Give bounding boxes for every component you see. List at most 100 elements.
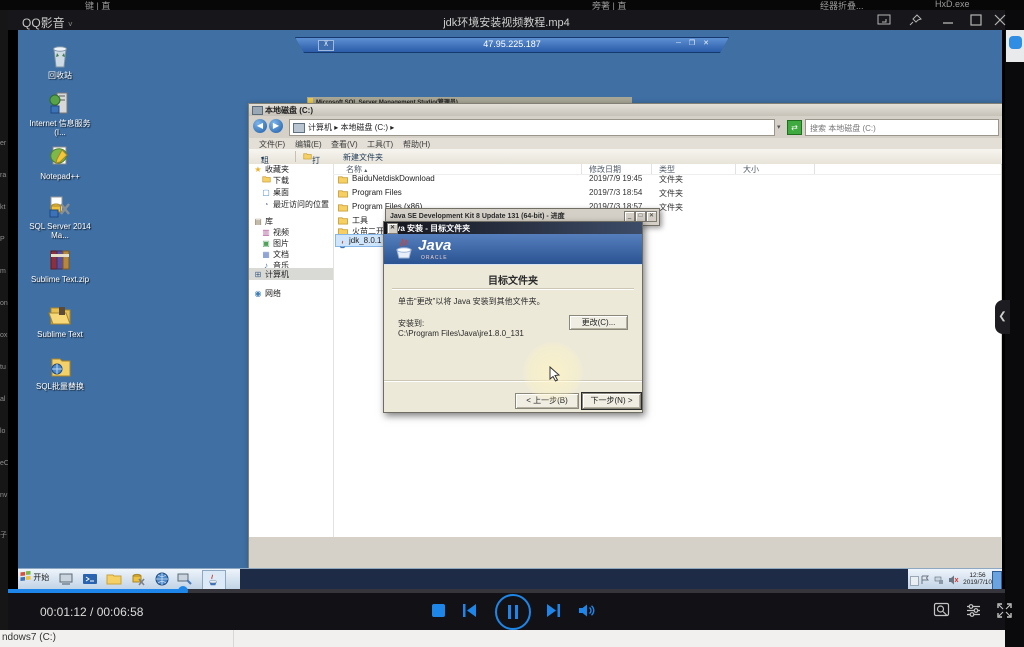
desktop-icon-sqlserver[interactable]: SQL Server 2014 Ma... — [28, 194, 92, 240]
folder-icon — [337, 216, 349, 225]
explorer-menubar: 文件(F) 编辑(E) 查看(V) 工具(T) 帮助(H) — [249, 138, 1002, 149]
close-button[interactable] — [992, 13, 1008, 27]
divider — [581, 164, 582, 174]
host-tab: 经器折叠... — [820, 0, 864, 10]
explorer-navbar: ◀ ▶ 计算机 ▸ 本地磁盘 (C:) ▸ ▾ ⇄ 搜索 本地磁盘 (C:) — [249, 116, 1002, 138]
network-icon[interactable] — [934, 575, 944, 587]
recycle-bin-icon — [45, 43, 75, 69]
divider — [295, 151, 296, 162]
divider — [233, 630, 234, 647]
explorer-folder-icon[interactable] — [106, 571, 122, 587]
next-button[interactable] — [546, 603, 561, 623]
winrar-archive-icon — [45, 247, 75, 273]
screen: 键 | 直 旁著 | 直 经器折叠... HxD.exe er ra kt P … — [0, 0, 1024, 647]
desktop-icon-recycle-bin[interactable]: 回收站 — [28, 43, 92, 80]
file-row[interactable]: BaiduNetdiskDownload 2019/7/9 19:45 文件夹 — [249, 174, 1001, 188]
java-installer-icon — [338, 236, 347, 254]
sidebar-item-network[interactable]: ◉网络 — [253, 288, 281, 299]
volume-muted-icon[interactable] — [948, 575, 959, 587]
maximize-button[interactable] — [968, 13, 984, 27]
taskbar-clock[interactable]: 12:56 2019/7/10 — [963, 572, 992, 586]
breadcrumb: 计算机 ▸ 本地磁盘 (C:) ▸ — [308, 122, 394, 133]
video-frame[interactable]: ⊼ 47.95.225.187 ─ ❐ ✕ 回收站 Internet 信息服务 … — [18, 30, 1002, 589]
mouse-cursor — [549, 366, 561, 387]
search-input[interactable]: 搜索 本地磁盘 (C:) — [805, 119, 999, 136]
flag-icon[interactable] — [921, 575, 930, 587]
player-titlebar: QQ影音 ˅ jdk环境安装视频教程.mp4 — [8, 10, 1005, 30]
sidebar-item-documents[interactable]: ▦文档 — [261, 249, 289, 260]
settings-sliders-button[interactable] — [965, 602, 982, 624]
host-left-sliver: er ra kt P m on ox tu al lo eC nv 子 — [0, 10, 8, 630]
desktop-icon-sublime-zip[interactable]: Sublime Text.zip — [28, 247, 92, 284]
open-button[interactable]: 打开 — [303, 152, 312, 161]
drive-icon — [252, 106, 263, 115]
forward-button[interactable]: ▶ — [269, 119, 283, 133]
install-path: C:\Program Files\Java\jre1.8.0_131 — [398, 329, 524, 338]
minimize-button[interactable] — [940, 13, 956, 27]
folder-icon — [337, 189, 349, 198]
documents-icon: ▦ — [261, 250, 271, 259]
divider — [651, 164, 652, 174]
open-folder-icon — [45, 302, 75, 328]
back-button[interactable]: ◀ — [253, 119, 267, 133]
host-explorer-label: ndows7 (C:) — [2, 632, 56, 643]
computer-icon: ⊞ — [253, 270, 263, 279]
address-bar[interactable]: 计算机 ▸ 本地磁盘 (C:) ▸ — [289, 119, 775, 136]
dialog-heading: 目标文件夹 — [384, 272, 642, 287]
dialog-body-text: 单击“更改”以将 Java 安装到其他文件夹。 — [398, 296, 545, 307]
powershell-icon[interactable] — [82, 571, 98, 587]
start-button[interactable]: 开始 — [20, 571, 52, 587]
active-task-java[interactable] — [202, 570, 226, 589]
desktop-icon-notepadpp[interactable]: Notepad++ — [28, 144, 92, 181]
rdp-window-buttons[interactable]: ─ ❐ ✕ — [676, 39, 712, 47]
sidebar-item-computer[interactable]: ⊞计算机 — [253, 269, 289, 280]
address-dropdown-icon[interactable]: ▾ — [777, 123, 781, 131]
network-icon: ◉ — [253, 289, 263, 298]
next-button[interactable]: 下一步(N) > — [582, 393, 641, 409]
pin-button[interactable] — [908, 13, 924, 27]
folder-globe-icon — [45, 354, 75, 380]
show-desktop-button[interactable] — [992, 571, 1002, 589]
fullscreen-button[interactable] — [996, 602, 1013, 624]
host-tab: 键 | 直 — [85, 0, 110, 10]
divider — [735, 164, 736, 174]
previous-button[interactable] — [462, 603, 477, 623]
explorer-toolbar: 组织 ▾ 打开 新建文件夹 — [249, 149, 1002, 165]
browser-globe-icon[interactable] — [154, 571, 170, 587]
new-folder-button[interactable]: 新建文件夹 — [343, 152, 383, 163]
host-tab: HxD.exe — [935, 0, 970, 9]
file-row[interactable]: Program Files 2019/7/3 18:54 文件夹 — [249, 188, 1001, 202]
desktop-icon-sql-batch[interactable]: SQL批量替换 — [28, 354, 92, 391]
notepadpp-icon — [45, 144, 75, 170]
volume-button[interactable] — [578, 603, 595, 623]
drive-icon — [293, 123, 305, 133]
playlist-toggle[interactable]: ❮ — [995, 300, 1010, 334]
close-button[interactable]: ✕ — [387, 223, 398, 234]
divider — [814, 164, 815, 174]
host-side-widget[interactable] — [1006, 30, 1024, 62]
explorer-titlebar[interactable]: 本地磁盘 (C:) — [249, 104, 1002, 116]
rdp-address: 47.95.225.187 — [296, 39, 728, 49]
host-tab: 旁著 | 直 — [592, 0, 626, 10]
desktop-icon-sublime-folder[interactable]: Sublime Text — [28, 302, 92, 339]
close-button[interactable]: ✕ — [646, 211, 657, 222]
widget-icon — [1009, 36, 1022, 49]
host-bottom-strip: ndows7 (C:) — [0, 630, 1005, 647]
screenshot-button[interactable] — [933, 602, 950, 624]
dialog-titlebar[interactable]: Java 安装 - 目标文件夹 _ □ ✕ — [384, 222, 642, 234]
refresh-button[interactable]: ⇄ — [787, 120, 802, 135]
ssms-taskbar-icon[interactable] — [130, 571, 146, 587]
server-manager-icon[interactable] — [58, 571, 74, 587]
star-icon: ★ — [253, 165, 263, 174]
stop-button[interactable] — [432, 604, 445, 622]
host-top-strip: 键 | 直 旁著 | 直 经器折叠... HxD.exe — [0, 0, 1024, 10]
sqlserver-icon — [45, 194, 75, 220]
divider — [392, 288, 634, 289]
change-button[interactable]: 更改(C)... — [569, 315, 628, 330]
tray-icon[interactable] — [910, 576, 919, 586]
desktop-icon-iis[interactable]: Internet 信息服务 (I... — [28, 91, 92, 137]
pause-button[interactable] — [495, 594, 531, 630]
install-to-label: 安装到: — [398, 318, 424, 329]
mini-mode-button[interactable] — [876, 13, 892, 27]
devices-icon[interactable] — [176, 571, 192, 587]
